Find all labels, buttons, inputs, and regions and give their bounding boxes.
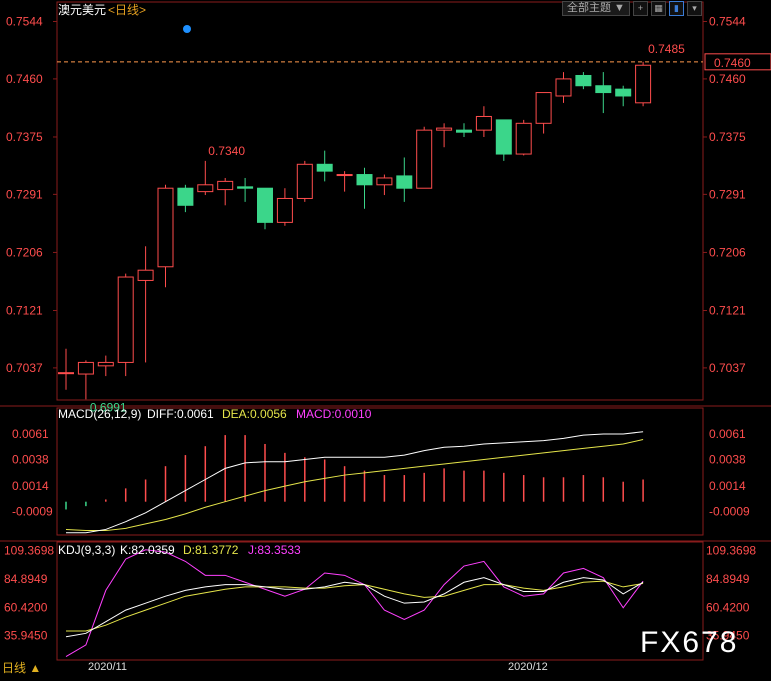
grid-lines — [0, 1, 771, 661]
kdj-tick-label-right: 109.3698 — [706, 544, 756, 558]
diff-line — [66, 431, 644, 534]
candle-body — [475, 115, 492, 131]
kdj-layer — [65, 549, 644, 657]
price-tick-label-right: 0.7375 — [709, 130, 746, 144]
candle-body — [77, 361, 94, 375]
candle-body — [376, 177, 393, 186]
macd-tick-label-left: 0.0061 — [12, 427, 49, 441]
x-axis-label: 2020/11 — [88, 661, 127, 673]
crosshair-icon[interactable]: + — [632, 1, 648, 16]
macd-tick-label-left: -0.0009 — [12, 505, 53, 519]
period-label: <日线> — [108, 3, 146, 17]
kdj-header: KDJ(9,3,3) — [58, 543, 115, 557]
candle-body — [117, 276, 134, 363]
candle-body — [635, 64, 652, 104]
price-tick-label-right: 0.7206 — [709, 245, 746, 259]
macd-macd-label: MACD:0.0010 — [296, 407, 372, 421]
kdj-tick-label-left: 60.4200 — [4, 600, 48, 614]
symbol-label: 澳元美元 — [58, 3, 106, 17]
candle-body — [197, 184, 214, 193]
candle-body — [177, 187, 194, 206]
price-tick-label-right: 0.7544 — [709, 15, 746, 29]
candle-body — [97, 361, 114, 367]
price-tick-label-right: 0.7121 — [709, 304, 746, 318]
candle-body — [296, 163, 313, 199]
candle-body — [336, 174, 353, 177]
macd-tick-label-right: -0.0009 — [709, 505, 750, 519]
price-tick-label-left: 0.7544 — [6, 15, 43, 29]
period-high-label: 0.7340 — [208, 144, 245, 158]
d-line — [66, 580, 644, 632]
candle-body — [595, 85, 612, 94]
period-selector[interactable]: 日线 ▲ — [0, 660, 41, 676]
macd-tick-label-right: 0.0038 — [709, 453, 746, 467]
theme-select[interactable]: 全部主题 ▼ — [562, 1, 630, 16]
candlestick-chart: 0.7544 0.7544 0.7460 0.7460 0.7375 0.7375 0.72… — [0, 0, 771, 676]
kdj-d-label: D:81.3772 — [183, 543, 239, 557]
candle-body — [495, 119, 512, 155]
candle-body — [276, 197, 293, 223]
candle-body — [257, 187, 273, 223]
candle-body — [58, 372, 74, 375]
price-tick-label-right: 0.7037 — [709, 361, 746, 375]
candle-body — [575, 74, 592, 87]
candle-body — [535, 92, 552, 124]
macd-tick-label-right: 0.0014 — [709, 479, 746, 493]
watermark-text: FX678 — [640, 626, 738, 659]
candle-body — [396, 175, 413, 189]
event-marker-dot — [183, 25, 191, 33]
panel-frame — [56, 541, 704, 661]
grid-toggle-icon[interactable]: ▦ — [650, 1, 666, 16]
candle-body — [456, 129, 472, 133]
macd-tick-label-left: 0.0014 — [12, 479, 49, 493]
price-tick-label-right: 0.7460 — [709, 72, 746, 86]
macd-tick-label-left: 0.0038 — [12, 453, 49, 467]
candle-body — [615, 88, 632, 97]
last-high-label: 0.7485 — [648, 42, 685, 56]
price-tick-label-left: 0.7206 — [6, 245, 43, 259]
settings-icon[interactable]: ▾ — [686, 1, 702, 16]
kdj-tick-label-left: 109.3698 — [4, 544, 54, 558]
kdj-k-label: K:82.0359 — [120, 543, 175, 557]
price-tick-label-left: 0.7037 — [6, 361, 43, 375]
candle-body — [316, 163, 333, 172]
kdj-tick-label-right: 60.4200 — [706, 600, 750, 614]
candle-body — [436, 127, 453, 131]
macd-dea-label: DEA:0.0056 — [222, 407, 287, 421]
price-tick-label-left: 0.7121 — [6, 304, 43, 318]
x-axis-label: 2020/12 — [508, 661, 548, 673]
price-tick-label-right: 0.7291 — [709, 187, 746, 201]
kdj-tick-label-left: 35.9450 — [4, 629, 48, 643]
candle-body — [137, 269, 154, 281]
macd-header: MACD(26,12,9) — [58, 407, 141, 421]
price-tick-label-left: 0.7460 — [6, 72, 43, 86]
kdj-j-label: J:83.3533 — [248, 543, 301, 557]
chart-canvas: 0.7544 0.7544 0.7460 0.7460 0.7375 0.7375 0.72… — [0, 1, 771, 673]
macd-diff-label: DIFF:0.0061 — [147, 407, 214, 421]
kdj-tick-label-left: 84.8949 — [4, 572, 48, 586]
chart-toolbar: 全部主题 ▼ + ▦ ▮ ▾ — [562, 1, 702, 16]
candle-body — [157, 187, 174, 268]
macd-layer — [65, 431, 644, 534]
price-tick-label-left: 0.7291 — [6, 187, 43, 201]
kdj-tick-label-right: 84.8949 — [706, 572, 750, 586]
candle-body — [237, 186, 254, 189]
candle-body — [416, 129, 433, 189]
candle-body — [356, 174, 373, 186]
dea-line — [65, 439, 644, 532]
j-line — [65, 549, 644, 657]
candle-body — [515, 122, 532, 155]
candle-body — [555, 78, 572, 97]
candle-body — [217, 180, 234, 191]
macd-tick-label-right: 0.0061 — [709, 427, 746, 441]
last-price-label: 0.7460 — [714, 56, 751, 70]
chart-type-icon[interactable]: ▮ — [668, 1, 684, 16]
candles-layer — [58, 61, 652, 400]
price-tick-label-left: 0.7375 — [6, 130, 43, 144]
